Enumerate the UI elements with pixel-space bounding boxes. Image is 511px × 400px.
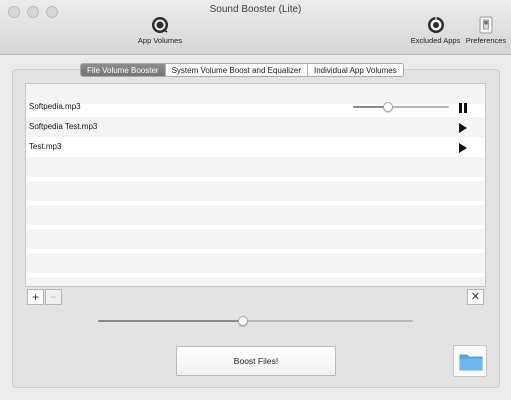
list-stripe bbox=[26, 157, 485, 177]
folder-icon bbox=[459, 354, 483, 371]
boost-level-knob[interactable] bbox=[237, 316, 248, 326]
file-name: Softpedia Test.mp3 bbox=[29, 122, 98, 131]
speaker-gauge-icon bbox=[152, 17, 168, 33]
play-icon[interactable] bbox=[459, 143, 467, 153]
file-row[interactable]: Softpedia.mp3 bbox=[26, 97, 485, 117]
file-list[interactable]: Softpedia.mp3 Softpedia Test.mp3 Test.mp… bbox=[25, 83, 486, 287]
excluded-apps-label: Excluded Apps bbox=[410, 36, 461, 45]
list-stripe bbox=[26, 229, 485, 249]
preferences-label: Preferences bbox=[465, 36, 507, 45]
file-volume-slider[interactable] bbox=[353, 102, 449, 112]
title-bar: Sound Booster (Lite) App Volumes Exclude… bbox=[0, 0, 511, 55]
list-stripe bbox=[26, 205, 485, 225]
file-row[interactable]: Test.mp3 bbox=[26, 137, 485, 157]
list-stripe bbox=[26, 277, 485, 286]
tab-system-volume-boost[interactable]: System Volume Boost and Equalizer bbox=[165, 64, 308, 76]
file-volume-knob[interactable] bbox=[382, 102, 393, 112]
boost-files-button[interactable]: Boost Files! bbox=[176, 346, 336, 376]
app-volumes-label: App Volumes bbox=[137, 36, 183, 45]
tab-file-volume-booster[interactable]: File Volume Booster bbox=[81, 64, 166, 76]
tab-individual-app-volumes[interactable]: Individual App Volumes bbox=[308, 64, 403, 76]
list-stripe bbox=[26, 181, 485, 201]
pause-icon[interactable] bbox=[459, 103, 467, 113]
add-file-button[interactable]: + bbox=[27, 289, 44, 305]
file-row[interactable]: Softpedia Test.mp3 bbox=[26, 117, 485, 137]
speaker-gauge-icon bbox=[427, 17, 444, 33]
excluded-apps-button[interactable]: Excluded Apps bbox=[408, 16, 463, 45]
play-icon[interactable] bbox=[459, 123, 467, 133]
app-volumes-button[interactable]: App Volumes bbox=[134, 16, 186, 45]
list-stripe bbox=[26, 253, 485, 273]
clear-list-button[interactable]: ✕ bbox=[467, 289, 484, 305]
boost-level-slider[interactable] bbox=[98, 316, 413, 326]
open-folder-button[interactable] bbox=[453, 345, 487, 377]
preferences-button[interactable]: Preferences bbox=[463, 16, 509, 45]
tab-bar: File Volume Booster System Volume Boost … bbox=[80, 63, 404, 77]
app-window: Sound Booster (Lite) App Volumes Exclude… bbox=[0, 0, 511, 400]
file-name: Softpedia.mp3 bbox=[29, 102, 81, 111]
switch-icon bbox=[479, 16, 493, 34]
boost-level-fill bbox=[98, 320, 243, 322]
file-name: Test.mp3 bbox=[29, 142, 62, 151]
window-title: Sound Booster (Lite) bbox=[209, 4, 302, 15]
remove-file-button[interactable]: − bbox=[45, 289, 62, 305]
